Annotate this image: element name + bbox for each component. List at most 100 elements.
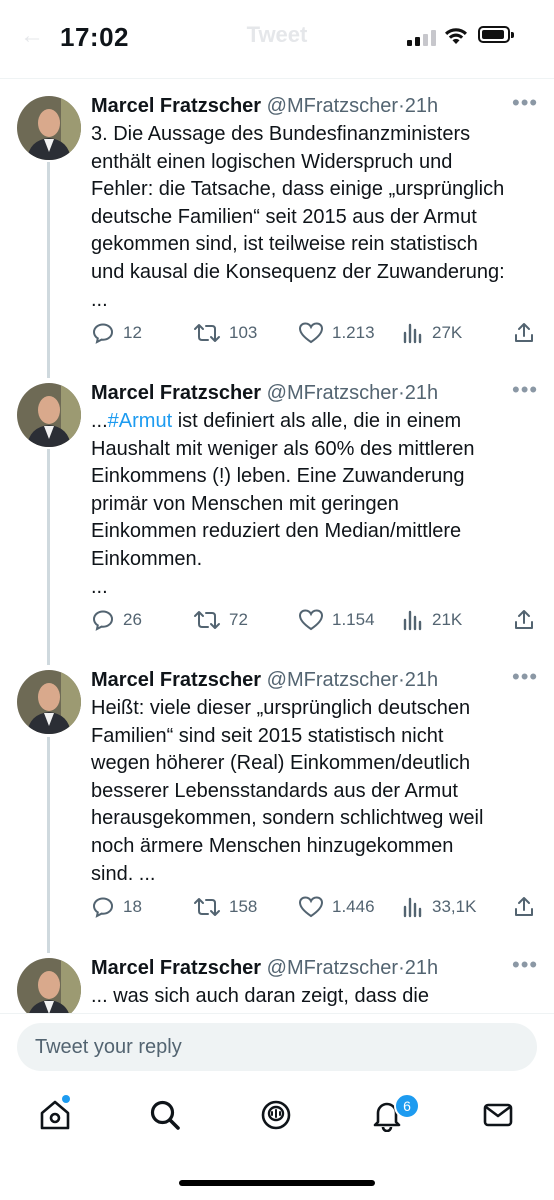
tweet-line: gekommen sind, ist teilweise rein statis…	[91, 233, 478, 256]
bottom-tab-bar	[0, 1082, 554, 1152]
share-icon	[515, 897, 533, 916]
author-name[interactable]: Marcel Fratzscher	[91, 957, 261, 979]
views-button[interactable]: 33,1K	[402, 895, 476, 919]
hashtag-link[interactable]: #Armut	[108, 410, 172, 432]
like-button[interactable]: 1.154	[298, 608, 375, 632]
retweet-button[interactable]: 158	[193, 895, 257, 919]
tweet-line: 3. Die Aussage des Bundesfinanzministers	[91, 123, 471, 145]
retweet-button[interactable]: 72	[193, 608, 248, 632]
like-button[interactable]: 1.213	[298, 321, 375, 345]
tweet[interactable]: Marcel Fratzscher @MFratzscher·21h ••• .…	[0, 379, 554, 650]
home-icon	[40, 1100, 70, 1130]
author-handle[interactable]: @MFratzscher	[267, 669, 398, 691]
retweet-button[interactable]: 103	[193, 321, 257, 345]
tweet-line: Heißt: viele dieser „ursprünglich deutsc…	[91, 697, 471, 719]
tweet-header: Marcel Fratzscher @MFratzscher·21h	[91, 667, 438, 693]
tweet-line: Haushalt mit weniger als 60% des mittler…	[91, 437, 475, 460]
tweet-actions: 12 103 1.213 27K	[91, 321, 541, 349]
view-count: 27K	[432, 323, 463, 342]
tweet-text: Heißt: viele dieser „ursprünglich deutsc…	[91, 695, 541, 888]
tweet-line: noch ärmere Menschen hinzugekommen	[91, 834, 454, 857]
share-button[interactable]	[512, 895, 544, 919]
like-count: 1.446	[332, 897, 375, 916]
reply-input[interactable]: Tweet your reply	[17, 1023, 537, 1071]
tweet-line: ...	[91, 288, 108, 311]
home-indicator[interactable]	[179, 1180, 375, 1186]
view-count: 33,1K	[432, 897, 477, 916]
tab-messages[interactable]	[481, 1098, 515, 1137]
views-button[interactable]: 21K	[402, 608, 462, 632]
share-button[interactable]	[512, 608, 544, 632]
notification-badge: 6	[394, 1093, 420, 1119]
view-count: 21K	[432, 610, 463, 629]
author-handle[interactable]: @MFratzscher	[267, 382, 398, 404]
reply-placeholder: Tweet your reply	[35, 1036, 182, 1058]
reply-count: 26	[123, 610, 142, 629]
reply-count: 12	[123, 323, 142, 342]
separator: ·	[398, 669, 405, 691]
cellular-signal-icon	[407, 30, 437, 46]
timestamp[interactable]: 21h	[405, 957, 438, 979]
tab-search[interactable]	[148, 1098, 182, 1137]
author-name[interactable]: Marcel Fratzscher	[91, 382, 261, 404]
author-name[interactable]: Marcel Fratzscher	[91, 669, 261, 691]
views-icon	[403, 323, 422, 344]
composer-divider	[0, 1013, 554, 1014]
tweet[interactable]: Marcel Fratzscher @MFratzscher·21h ••• 3…	[0, 92, 554, 363]
avatar[interactable]	[17, 670, 81, 734]
reply-icon	[92, 323, 114, 344]
retweet-icon	[194, 324, 220, 342]
like-count: 1.213	[332, 323, 375, 342]
tweet-line: Einkommens (!) leben. Eine Zuwanderung	[91, 465, 465, 488]
heart-icon	[298, 322, 324, 344]
tweet[interactable]: Marcel Fratzscher @MFratzscher·21h ••• .…	[0, 955, 554, 1013]
reply-count: 18	[123, 897, 142, 916]
tweet-line: primär von Menschen mit geringen	[91, 492, 399, 515]
more-options-icon[interactable]: •••	[512, 92, 538, 114]
tweet[interactable]: Marcel Fratzscher @MFratzscher·21h ••• H…	[0, 666, 554, 937]
tweet-line: wegen höherer (Real) Einkommen/deutlich	[91, 752, 471, 775]
avatar[interactable]	[17, 383, 81, 447]
retweet-count: 72	[229, 610, 248, 629]
author-handle[interactable]: @MFratzscher	[267, 95, 398, 117]
tweet-line: sind. ...	[91, 862, 156, 885]
timestamp[interactable]: 21h	[405, 382, 438, 404]
tweet-text: ... was sich auch daran zeigt, dass die	[91, 983, 541, 1011]
tweet-text: ...#Armut ist definiert als alle, die in…	[91, 408, 541, 601]
reply-button[interactable]: 18	[91, 895, 142, 919]
tweet-line: ...#Armut ist definiert als alle, die in…	[91, 408, 541, 436]
share-icon	[515, 323, 533, 342]
wifi-icon	[445, 28, 467, 44]
avatar[interactable]	[17, 96, 81, 160]
reply-button[interactable]: 26	[91, 608, 142, 632]
search-icon	[150, 1100, 180, 1130]
like-button[interactable]: 1.446	[298, 895, 375, 919]
more-options-icon[interactable]: •••	[512, 379, 538, 401]
timestamp[interactable]: 21h	[405, 669, 438, 691]
more-options-icon[interactable]: •••	[512, 955, 538, 976]
tab-spaces[interactable]	[259, 1098, 293, 1137]
header-divider	[0, 78, 554, 79]
tweet-line: besserer Lebensstandards aus der Armut	[91, 779, 458, 802]
separator: ·	[398, 95, 405, 117]
tweet-header: Marcel Fratzscher @MFratzscher·21h	[91, 93, 438, 119]
tweet-line: herausgekommen, sondern schlichtweg weil	[91, 807, 484, 830]
author-name[interactable]: Marcel Fratzscher	[91, 95, 261, 117]
timestamp[interactable]: 21h	[405, 95, 438, 117]
reply-button[interactable]: 12	[91, 321, 142, 345]
more-options-icon[interactable]: •••	[512, 666, 538, 688]
tweet-line: Familien“ sind seit 2015 statistisch nic…	[91, 724, 444, 747]
tab-home[interactable]	[38, 1098, 72, 1137]
avatar[interactable]	[17, 958, 81, 1013]
tweet-header: Marcel Fratzscher @MFratzscher·21h	[91, 380, 438, 406]
tweet-line: Einkommen.	[91, 547, 203, 570]
share-button[interactable]	[512, 321, 544, 345]
tweet-line: enthält einen logischen Widerspruch und	[91, 150, 453, 173]
status-bar: ← Tweet 17:02	[0, 0, 554, 76]
tweet-actions: 26 72 1.154 21K	[91, 608, 541, 636]
retweet-icon	[194, 898, 220, 916]
retweet-icon	[194, 611, 220, 629]
battery-icon	[478, 26, 514, 43]
views-button[interactable]: 27K	[402, 321, 462, 345]
author-handle[interactable]: @MFratzscher	[267, 957, 398, 979]
